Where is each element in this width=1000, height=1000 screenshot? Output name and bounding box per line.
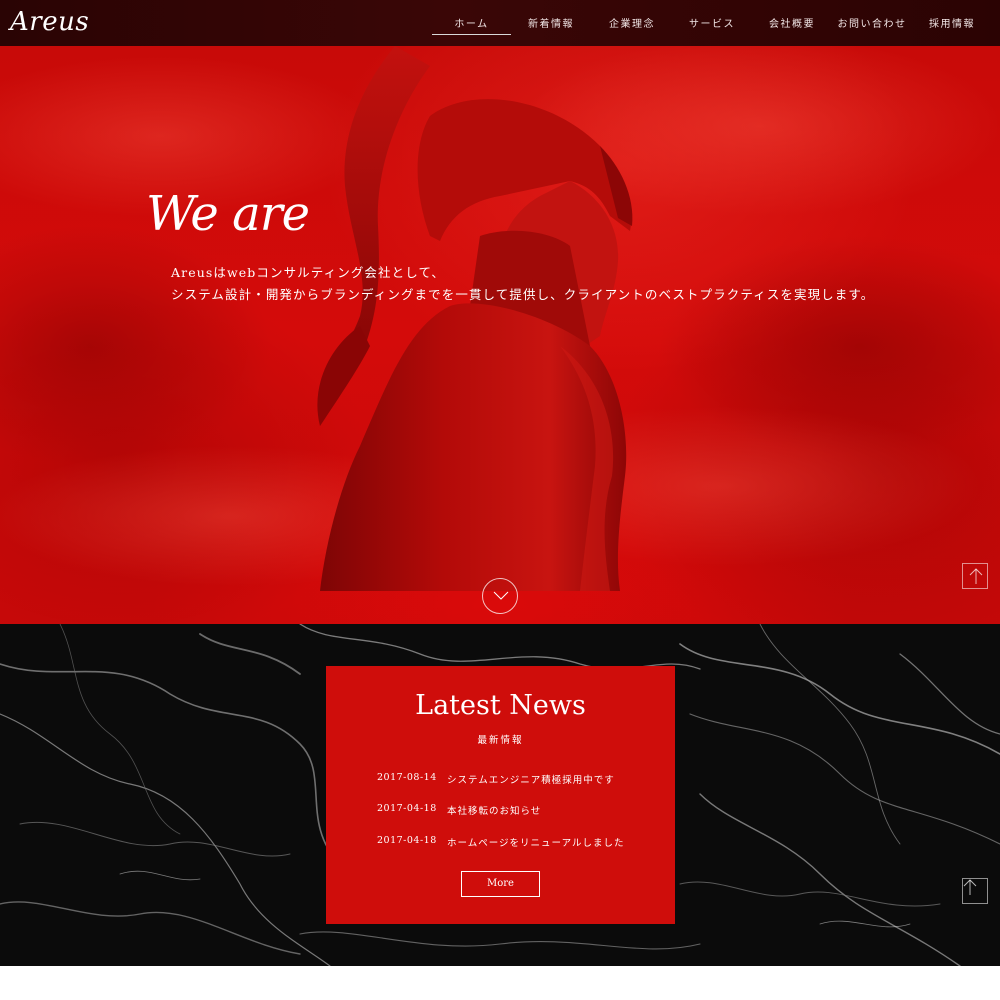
nav-item-services[interactable]: サービス bbox=[681, 15, 743, 35]
news-date: 2017-04-18 bbox=[377, 835, 437, 846]
page-top-button-2[interactable] bbox=[962, 878, 988, 904]
news-headline[interactable]: 本社移転のお知らせ bbox=[447, 803, 541, 817]
news-subtitle: 最新情報 bbox=[477, 735, 524, 746]
nav-item-philosophy[interactable]: 企業理念 bbox=[601, 15, 663, 35]
nav-item-company[interactable]: 会社概要 bbox=[761, 15, 823, 35]
news-title: Latest News bbox=[415, 690, 586, 721]
main-nav: ホーム 新着情報 企業理念 サービス 会社概要 お問い合わせ 採用情報 bbox=[0, 0, 1000, 46]
news-headline[interactable]: システムエンジニア積極採用中です bbox=[447, 772, 615, 786]
nav-active-indicator bbox=[432, 34, 511, 35]
hero-description-line-1: Areusはwebコンサルティング会社として、 bbox=[171, 265, 446, 280]
nav-item-news[interactable]: 新着情報 bbox=[520, 15, 582, 35]
more-button[interactable]: More bbox=[461, 871, 540, 897]
news-date: 2017-08-14 bbox=[377, 772, 437, 783]
scroll-down-button[interactable] bbox=[482, 578, 518, 614]
page-top-button[interactable] bbox=[962, 563, 988, 589]
nav-item-contact[interactable]: お問い合わせ bbox=[836, 15, 908, 35]
hero-section: We are Areusはwebコンサルティング会社として、 システム設計・開発… bbox=[0, 46, 1000, 624]
nav-item-recruit[interactable]: 採用情報 bbox=[921, 15, 983, 35]
hero-heading: We are bbox=[146, 186, 310, 242]
news-headline[interactable]: ホームページをリニューアルしました bbox=[447, 835, 625, 849]
latest-news-card: Latest News 最新情報 2017-08-14 システムエンジニア積極採… bbox=[326, 666, 675, 924]
nav-item-home[interactable]: ホーム bbox=[432, 15, 511, 35]
news-date: 2017-04-18 bbox=[377, 803, 437, 814]
arrow-up-icon bbox=[963, 879, 977, 895]
warrior-statue-image bbox=[317, 46, 633, 591]
hero-description-line-2: システム設計・開発からブランディングまでを一貫して提供し、クライアントのベストプ… bbox=[171, 287, 875, 302]
site-header: Areus ホーム 新着情報 企業理念 サービス 会社概要 お問い合わせ 採用情… bbox=[0, 0, 1000, 46]
arrow-up-icon bbox=[969, 568, 983, 584]
chevron-down-icon bbox=[493, 591, 509, 600]
